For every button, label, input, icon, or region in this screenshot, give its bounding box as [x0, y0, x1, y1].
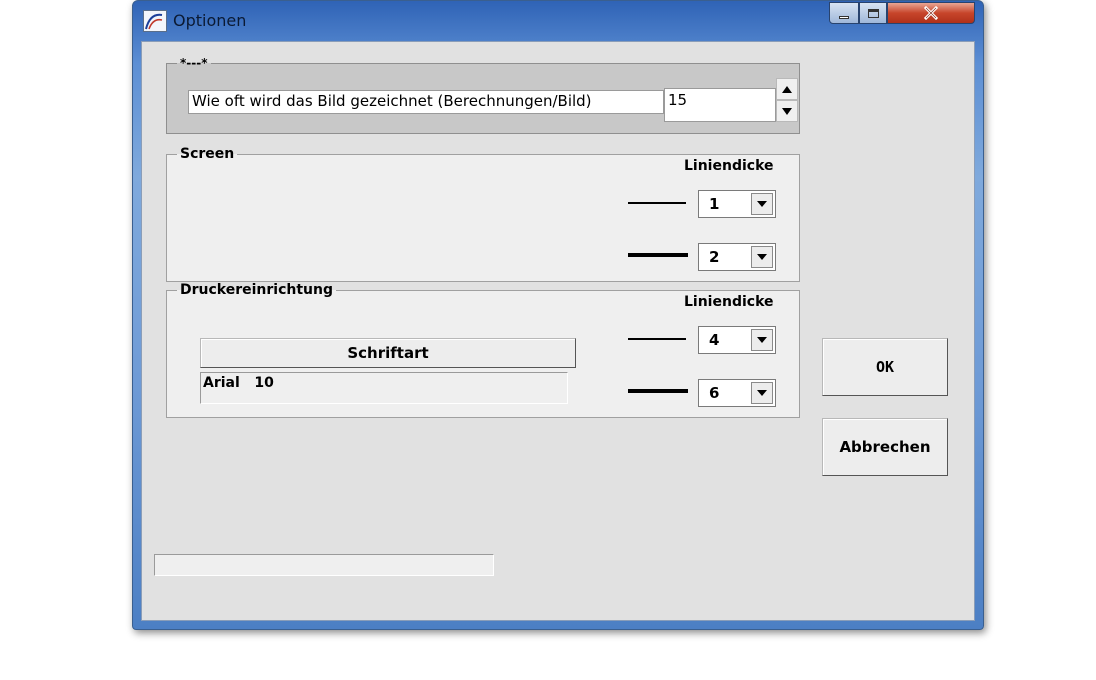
maximize-icon	[867, 8, 879, 18]
cancel-button[interactable]: Abbrechen	[822, 418, 948, 476]
screen-thin-line-select[interactable]: 1	[698, 190, 776, 218]
app-icon[interactable]	[143, 10, 167, 32]
status-field	[154, 554, 494, 576]
chevron-down-icon[interactable]	[751, 193, 773, 215]
chevron-down-icon[interactable]	[751, 382, 773, 404]
minimize-icon	[839, 15, 849, 19]
printer-line-width-label: Liniendicke	[684, 294, 774, 310]
printer-thick-line-value: 6	[709, 384, 720, 402]
group-iterations-legend: *---*	[180, 56, 208, 70]
options-window: Optionen *---* Wie oft wird das Bild gez…	[132, 0, 984, 630]
chevron-down-icon[interactable]	[751, 329, 773, 351]
screen-line-width-label: Liniendicke	[684, 158, 774, 174]
iterations-input[interactable]: 15	[664, 88, 776, 122]
group-screen-legend: Screen	[180, 146, 235, 162]
arrow-up-icon	[782, 85, 792, 93]
ok-button[interactable]: OK	[822, 338, 948, 396]
window-title: Optionen	[173, 11, 247, 30]
minimize-button[interactable]	[829, 2, 859, 24]
title-bar[interactable]: Optionen	[133, 1, 983, 41]
dialog-client: *---* Wie oft wird das Bild gezeichnet (…	[141, 41, 975, 621]
iterations-label: Wie oft wird das Bild gezeichnet (Berech…	[188, 90, 664, 114]
printer-thin-line-value: 4	[709, 331, 720, 349]
iterations-up-button[interactable]	[776, 78, 798, 100]
screen-thick-line-sample	[628, 253, 688, 257]
screen-thin-line-value: 1	[709, 195, 720, 213]
chevron-down-icon[interactable]	[751, 246, 773, 268]
printer-thick-line-select[interactable]: 6	[698, 379, 776, 407]
maximize-button[interactable]	[859, 2, 887, 24]
printer-thin-line-sample	[628, 338, 686, 340]
printer-thick-line-sample	[628, 389, 688, 393]
font-display: Arial 10	[200, 372, 568, 404]
screen-thick-line-value: 2	[709, 248, 720, 266]
group-printer-legend: Druckereinrichtung	[180, 282, 334, 298]
iterations-down-button[interactable]	[776, 100, 798, 122]
font-button[interactable]: Schriftart	[200, 338, 576, 368]
close-icon	[923, 6, 939, 20]
printer-thin-line-select[interactable]: 4	[698, 326, 776, 354]
screen-thick-line-select[interactable]: 2	[698, 243, 776, 271]
screen-thin-line-sample	[628, 202, 686, 204]
arrow-down-icon	[782, 107, 792, 115]
close-button[interactable]	[887, 2, 975, 24]
